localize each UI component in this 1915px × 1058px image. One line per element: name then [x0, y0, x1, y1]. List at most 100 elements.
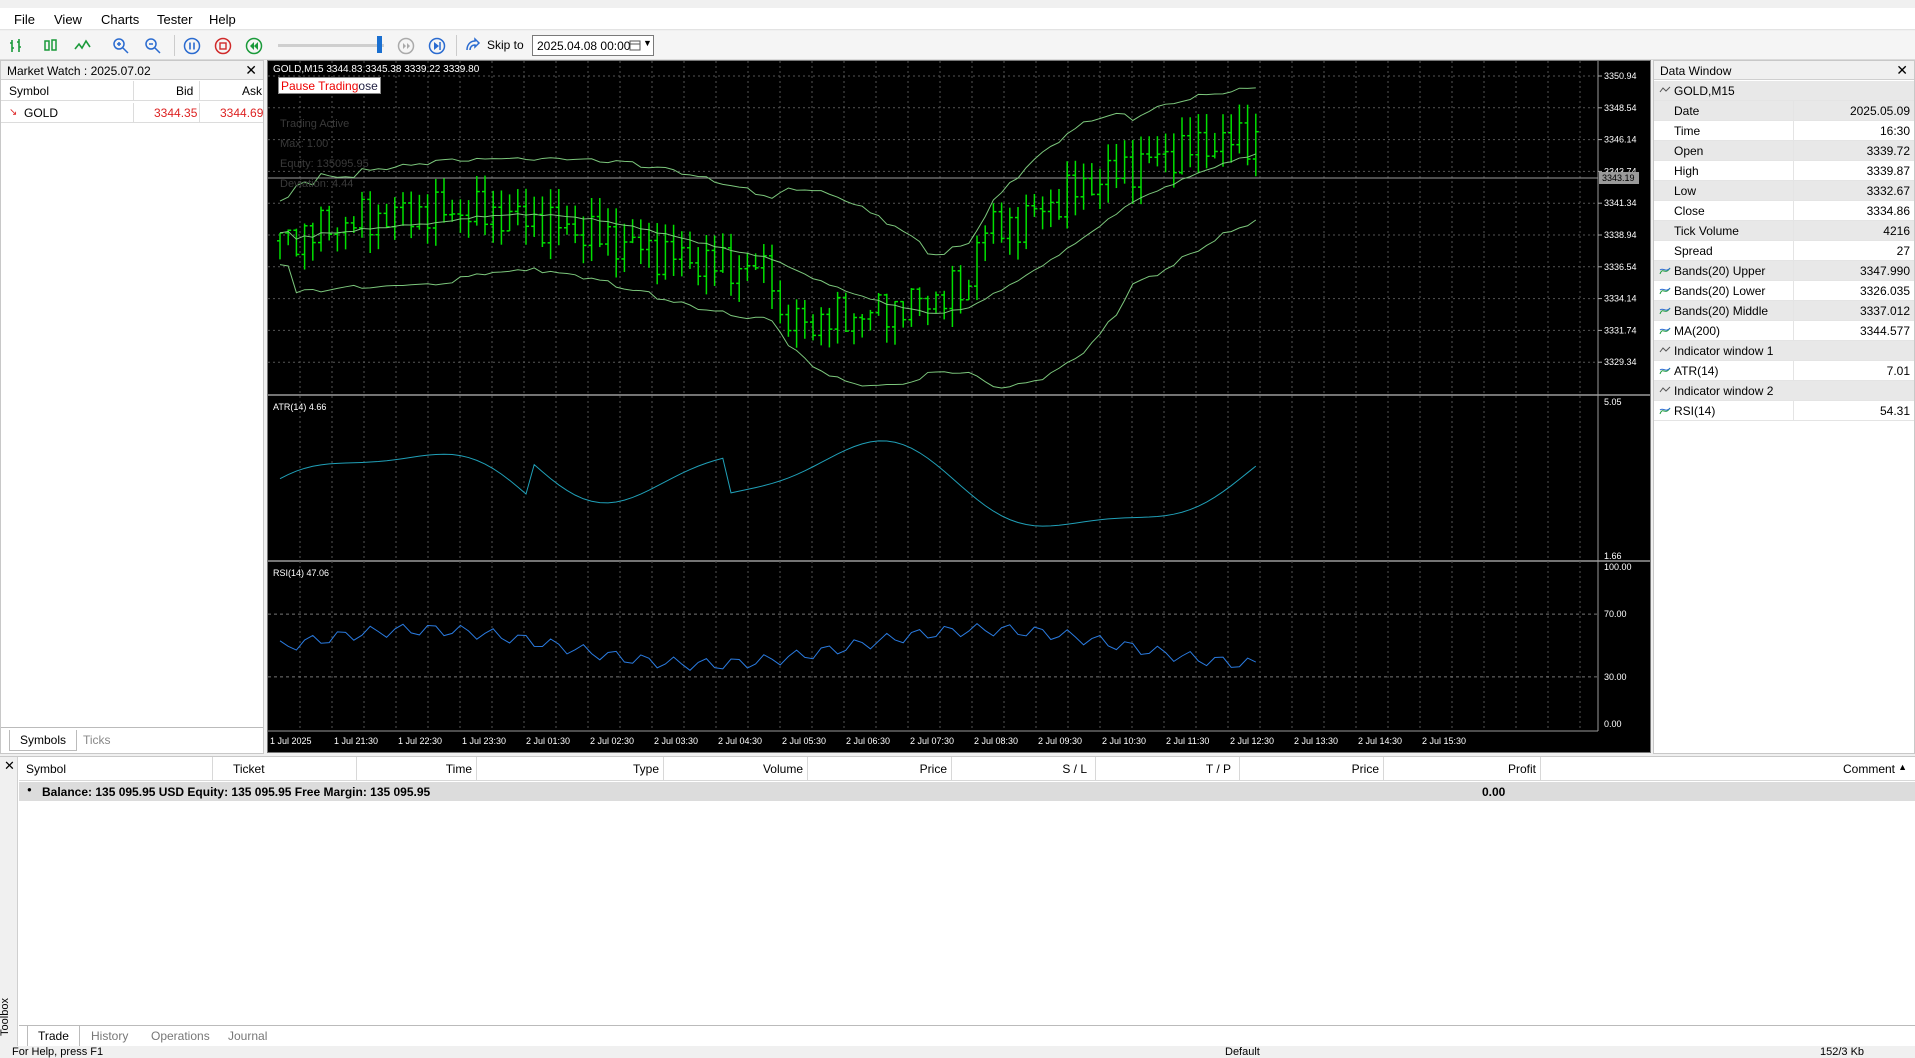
zoom-in-icon[interactable] [112, 37, 130, 55]
bar-chart-icon[interactable] [8, 37, 26, 55]
rsi-label: RSI(14) 47.06 [273, 568, 330, 578]
menu-view[interactable]: View [54, 12, 82, 27]
column-header-tp[interactable]: T / P [1096, 757, 1240, 781]
column-header-type[interactable]: Type [477, 757, 664, 781]
time-label: 2 Jul 15:30 [1422, 736, 1466, 746]
data-window-row: GOLD,M15 [1654, 81, 1914, 101]
time-label: 2 Jul 11:30 [1166, 736, 1209, 746]
column-header-profit[interactable]: Profit [1384, 757, 1541, 781]
calendar-icon[interactable] [629, 39, 641, 51]
tab-trade[interactable]: Trade [27, 1026, 80, 1047]
data-value: 3344.577 [1859, 324, 1910, 338]
column-header-ticket[interactable]: Ticket [213, 757, 357, 781]
indicator-window-icon [1659, 386, 1671, 393]
chart-window[interactable]: 3350.94 3348.54 3346.14 3343.74 3341.34 3338.… [267, 60, 1651, 753]
data-label: RSI(14) [1674, 404, 1716, 418]
pause-trading-button[interactable]: Pause Tradingose [278, 77, 381, 94]
price-label: 3346.14 [1604, 135, 1637, 145]
market-watch-row[interactable]: ↘ GOLD 3344.35 3344.69 [1, 103, 263, 123]
stop-icon[interactable] [214, 37, 232, 55]
time-label: 2 Jul 04:30 [718, 736, 762, 746]
menu-charts[interactable]: Charts [101, 12, 139, 27]
column-header-time[interactable]: Time [357, 757, 477, 781]
data-label: Low [1674, 184, 1697, 198]
skip-to-date-value: 2025.04.08 00:00 [537, 39, 631, 53]
time-label: 2 Jul 13:30 [1294, 736, 1338, 746]
candlestick-icon[interactable] [42, 37, 60, 55]
data-window-panel: Data Window ✕ GOLD,M15 Date 2025.05.09 Time… [1653, 60, 1915, 754]
pause-icon[interactable] [183, 37, 201, 55]
column-header-volume[interactable]: Volume [664, 757, 808, 781]
data-label: ATR(14) [1674, 364, 1719, 378]
column-header-bid[interactable]: Bid [176, 84, 193, 98]
tab-journal[interactable]: Journal [218, 1026, 277, 1046]
data-label: Spread [1674, 244, 1713, 258]
status-profile: Default [1225, 1046, 1260, 1058]
column-header-ask[interactable]: Ask [242, 84, 262, 98]
trade-table-header: Symbol Ticket Time Type Volume Price S /… [19, 757, 1915, 781]
tab-history[interactable]: History [81, 1026, 138, 1046]
data-label: Bands(20) Upper [1674, 264, 1766, 278]
data-value: 2025.05.09 [1849, 104, 1910, 118]
rewind-icon[interactable] [245, 37, 263, 55]
data-window-row: High 3339.87 [1654, 161, 1914, 181]
data-window-row: Tick Volume 4216 [1654, 221, 1914, 241]
close-icon[interactable]: ✕ [245, 62, 257, 79]
data-window-row: Low 3332.67 [1654, 181, 1914, 201]
data-window-row: ATR(14) 7.01 [1654, 361, 1914, 381]
skip-to-icon[interactable] [464, 37, 482, 55]
data-label: Tick Volume [1674, 224, 1739, 238]
data-label: Bands(20) Lower [1674, 284, 1766, 298]
column-header-symbol[interactable]: Symbol [19, 757, 213, 781]
column-header-price[interactable]: Price [808, 757, 952, 781]
speed-slider[interactable] [278, 44, 384, 47]
close-icon[interactable]: ✕ [1896, 62, 1908, 79]
data-window-row: Spread 27 [1654, 241, 1914, 261]
menu-tester[interactable]: Tester [157, 12, 192, 27]
toolbox-label: Toolbox [0, 998, 11, 1036]
data-label: Bands(20) Middle [1674, 304, 1769, 318]
indicator-icon [1659, 267, 1671, 275]
toolbar: Skip to 2025.04.08 00:00 ▼ [0, 31, 1915, 60]
close-icon[interactable]: ✕ [4, 758, 15, 774]
indicator-icon [1659, 307, 1671, 315]
zoom-out-icon[interactable] [144, 37, 162, 55]
indicator-icon [1659, 407, 1671, 415]
tab-operations[interactable]: Operations [141, 1026, 220, 1046]
indicator-icon [1659, 287, 1671, 295]
price-chart[interactable]: 3350.943348.543346.143343.743341.343338.… [268, 61, 1650, 752]
rsi-scale-label: 0.00 [1604, 719, 1622, 729]
data-value: 4216 [1883, 224, 1910, 238]
data-window-row: Bands(20) Middle 3337.012 [1654, 301, 1914, 321]
price-label: 3341.34 [1604, 198, 1637, 208]
speed-slider-thumb[interactable] [377, 36, 382, 53]
chevron-down-icon[interactable]: ▼ [643, 38, 652, 48]
column-header-comment[interactable]: Comment [1541, 757, 1915, 781]
atr-scale-label: 5.05 [1604, 397, 1622, 407]
price-label: 3338.94 [1604, 230, 1637, 240]
data-label: Close [1674, 204, 1705, 218]
menu-help[interactable]: Help [209, 12, 236, 27]
data-value: 3339.87 [1866, 164, 1910, 178]
time-label: 1 Jul 21:30 [334, 736, 378, 746]
indicator-window-icon [1659, 346, 1671, 353]
status-bar: For Help, press F1 Default 152/3 Kb [0, 1046, 1915, 1058]
balance-summary: Balance: 135 095.95 USD Equity: 135 095.… [42, 785, 431, 799]
sort-up-icon[interactable]: ▲ [1898, 762, 1907, 772]
column-header-current-price[interactable]: Price [1240, 757, 1384, 781]
tab-ticks[interactable]: Ticks [73, 730, 121, 750]
time-label: 2 Jul 10:30 [1102, 736, 1146, 746]
skip-end-icon[interactable] [428, 37, 446, 55]
column-header-sl[interactable]: S / L [952, 757, 1096, 781]
time-label: 2 Jul 03:30 [654, 736, 698, 746]
skip-to-label: Skip to [487, 38, 524, 52]
atr-label: ATR(14) 4.66 [273, 402, 327, 412]
skip-to-date-input[interactable]: 2025.04.08 00:00 ▼ [532, 35, 654, 56]
line-chart-icon[interactable] [74, 37, 92, 55]
data-window-row: Bands(20) Lower 3326.035 [1654, 281, 1914, 301]
column-header-symbol[interactable]: Symbol [9, 84, 49, 98]
tab-symbols[interactable]: Symbols [9, 730, 78, 751]
bollinger-lower-band [279, 219, 1257, 389]
menu-file[interactable]: File [14, 12, 35, 27]
balance-row[interactable]: ● Balance: 135 095.95 USD Equity: 135 09… [19, 782, 1915, 801]
